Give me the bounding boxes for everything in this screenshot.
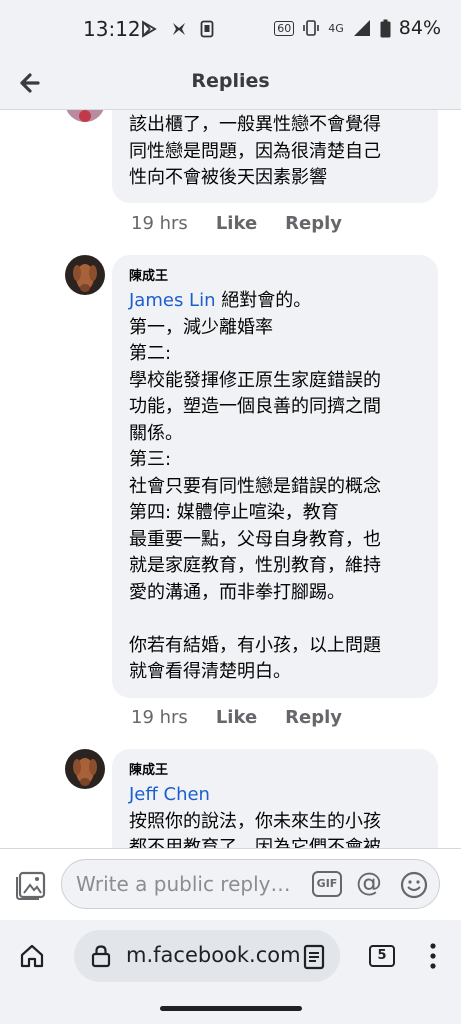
reply-button[interactable]: Reply: [285, 213, 342, 234]
fan-icon: [173, 23, 185, 35]
comment-thread: 該出櫃了，一般異性戀不會覺得 同性戀是問題，因為很清楚自己 性向不會被後天因素影…: [0, 110, 461, 848]
like-button[interactable]: Like: [216, 213, 257, 234]
url-text: m.facebook.com: [126, 943, 301, 967]
browser-toolbar: m.facebook.com 5: [0, 920, 461, 995]
avatar[interactable]: [65, 110, 105, 122]
comment-bubble: 該出櫃了，一般異性戀不會覺得 同性戀是問題，因為很清楚自己 性向不會被後天因素影…: [112, 110, 438, 203]
mention-link[interactable]: Jeff Chen: [129, 784, 210, 805]
dog-avatar-image: [65, 749, 105, 789]
avatar-image: [65, 110, 105, 122]
refresh-rate-icon: 60: [274, 20, 295, 36]
comment-bubble: 陳成王 James Lin 絕對會的。 第一，減少離婚率 第二: 學校能發揮修正…: [112, 255, 438, 698]
comment-text: 該出櫃了，一般異性戀不會覺得 同性戀是問題，因為很清楚自己 性向不會被後天因素影…: [129, 114, 381, 188]
battery-percent: 84%: [398, 17, 441, 39]
battery-icon: [380, 19, 391, 37]
comment-text: 第一，減少離婚率 第二: 學校能發揮修正原生家庭錯誤的 功能，塑造一個良善的同擠…: [129, 316, 381, 683]
photo-icon[interactable]: [15, 869, 47, 901]
status-time: 13:12: [83, 17, 141, 41]
comment-first-line-text: 絕對會的。: [215, 290, 312, 311]
comment-actions: 19 hrs Like Reply: [131, 213, 342, 234]
gif-button[interactable]: GIF: [312, 871, 342, 897]
comment-actions: 19 hrs Like Reply: [131, 707, 342, 728]
comment-author[interactable]: 陳成王: [129, 759, 422, 778]
play-store-icon: [142, 20, 157, 38]
reply-button[interactable]: Reply: [285, 707, 342, 728]
status-bar: 13:12 60 4G 84%: [0, 0, 461, 58]
comment-author[interactable]: 陳成王: [129, 265, 422, 284]
status-notification-icons: [140, 20, 214, 38]
tab-switcher-button[interactable]: 5: [369, 945, 395, 967]
mention-link[interactable]: James Lin: [129, 290, 215, 311]
mention-line: Jeff Chen: [129, 782, 422, 809]
vibrate-icon: [303, 20, 320, 36]
comment-time: 19 hrs: [131, 213, 188, 234]
network-type: 4G: [328, 21, 344, 35]
tab-count: 5: [377, 948, 387, 963]
home-icon[interactable]: [18, 942, 46, 970]
lock-icon: [91, 945, 111, 968]
comment-text: 按照你的說法，你未來生的小孩 都不用教育了，因為它們不會被: [129, 810, 381, 849]
reply-input[interactable]: Write a public reply… GIF @: [61, 859, 440, 909]
comment-bubble: 陳成王 Jeff Chen 按照你的說法，你未來生的小孩 都不用教育了，因為它們…: [112, 749, 438, 848]
avatar[interactable]: [65, 255, 105, 295]
page-title: Replies: [191, 70, 270, 92]
avatar[interactable]: [65, 749, 105, 789]
reader-mode-icon[interactable]: [302, 944, 326, 970]
dog-avatar-image: [65, 255, 105, 295]
comment-first-line: James Lin 絕對會的。: [129, 288, 422, 315]
status-system-icons: 60 4G 84%: [274, 17, 441, 39]
address-bar[interactable]: m.facebook.com: [74, 930, 340, 982]
like-button[interactable]: Like: [216, 707, 257, 728]
more-options-icon[interactable]: [428, 942, 438, 970]
page-header: Replies: [0, 58, 461, 110]
comment-time: 19 hrs: [131, 707, 188, 728]
emoji-icon[interactable]: [399, 870, 429, 900]
mention-button[interactable]: @: [356, 868, 382, 898]
signal-icon: [353, 20, 370, 36]
reply-composer: Write a public reply… GIF @: [0, 848, 461, 920]
reply-placeholder: Write a public reply…: [76, 872, 291, 896]
device-icon: [200, 20, 214, 38]
gesture-handle[interactable]: [160, 1006, 302, 1011]
